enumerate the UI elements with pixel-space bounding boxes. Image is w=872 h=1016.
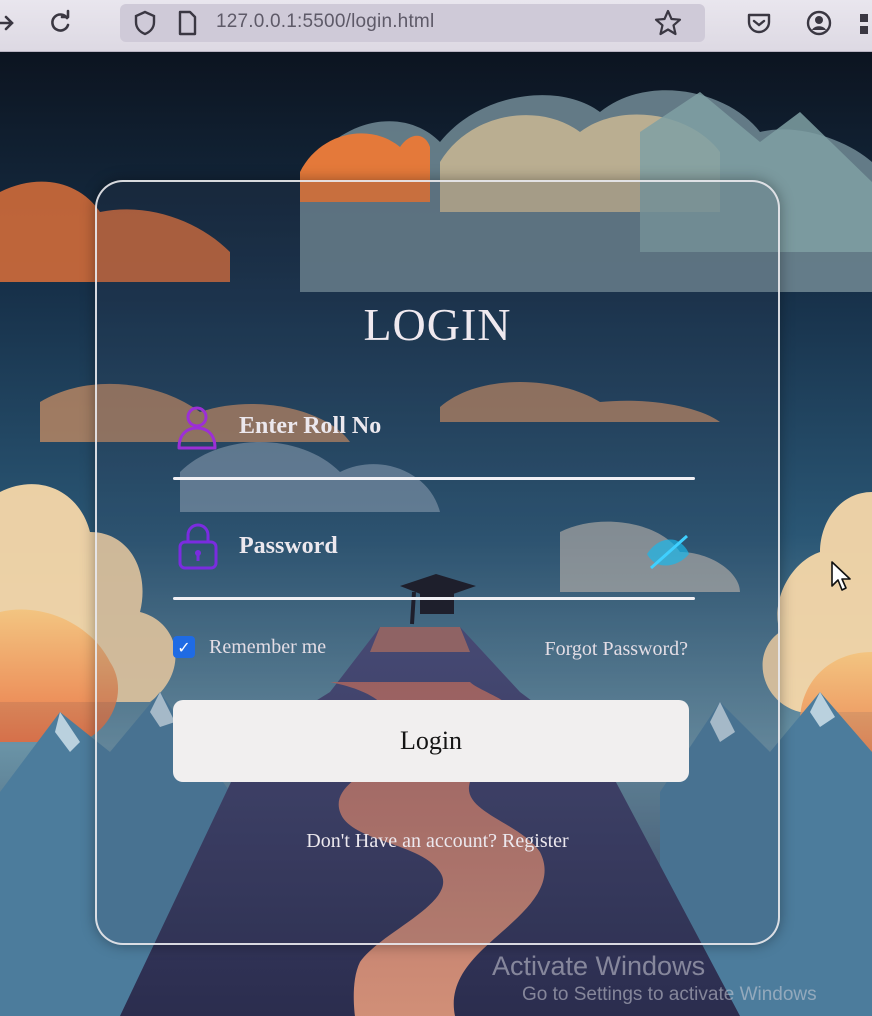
remember-me-option[interactable]: ✓ Remember me [173, 634, 326, 660]
roll-number-underline [173, 477, 695, 480]
user-icon [173, 400, 225, 452]
roll-number-input[interactable] [239, 406, 639, 446]
password-underline [173, 597, 695, 600]
shield-icon[interactable] [130, 8, 160, 38]
remember-me-checkbox[interactable]: ✓ [173, 636, 195, 658]
roll-number-field [173, 400, 695, 480]
url-text[interactable]: 127.0.0.1:5500/login.html [216, 11, 434, 33]
login-card: LOGIN ✓ Re [95, 180, 780, 945]
eye-slash-icon[interactable] [645, 532, 691, 572]
register-line: Don't Have an account? Register [97, 830, 778, 853]
windows-activation-watermark: Activate Windows Go to Settings to activ… [492, 951, 817, 1006]
browser-toolbar: 127.0.0.1:5500/login.html [0, 0, 872, 52]
mouse-cursor-icon [830, 560, 852, 597]
login-title: LOGIN [363, 299, 512, 350]
back-arrow-icon[interactable] [0, 8, 22, 38]
pocket-icon[interactable] [744, 8, 774, 38]
watermark-subtitle: Go to Settings to activate Windows [522, 984, 817, 1005]
remember-me-label: Remember me [209, 635, 327, 658]
forgot-password-link[interactable]: Forgot Password? [544, 638, 688, 661]
account-icon[interactable] [804, 8, 834, 38]
register-link[interactable]: Register [502, 830, 569, 852]
reload-icon[interactable] [45, 8, 75, 38]
password-input[interactable] [239, 526, 639, 566]
login-button[interactable]: Login [173, 700, 689, 782]
extensions-icon[interactable] [856, 8, 872, 38]
watermark-title: Activate Windows [492, 951, 706, 981]
lock-icon [173, 520, 225, 572]
star-icon[interactable] [653, 8, 683, 38]
address-bar[interactable]: 127.0.0.1:5500/login.html [120, 4, 705, 42]
register-prompt: Don't Have an account? [306, 830, 498, 852]
password-field [173, 520, 695, 600]
page-icon[interactable] [172, 8, 202, 38]
